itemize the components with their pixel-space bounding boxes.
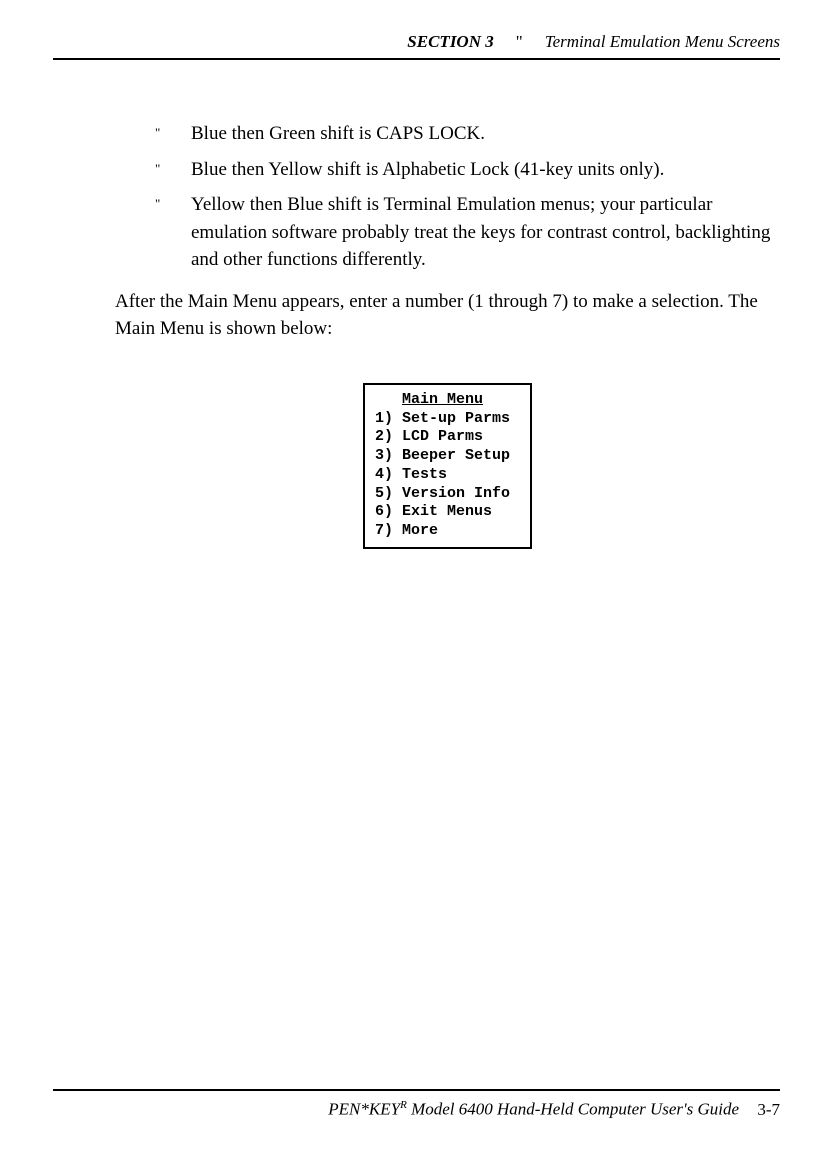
bullet-text: Yellow then Blue shift is Terminal Emula… [191,191,780,274]
menu-item: 3) Beeper Setup [375,447,510,466]
menu-item: 5) Version Info [375,485,510,504]
page-number: 3-7 [757,1100,780,1119]
bullet-list: " Blue then Green shift is CAPS LOCK. " … [155,120,780,274]
menu-item: 2) LCD Parms [375,428,510,447]
bullet-item: " Blue then Yellow shift is Alphabetic L… [155,156,780,184]
header-separator: " [516,32,523,52]
footer-registered-mark: R [400,1099,407,1111]
footer-guide-title: Model 6400 Hand-Held Computer User's Gui… [407,1100,739,1119]
footer-product: PEN*KEY [328,1100,400,1119]
menu-item: 6) Exit Menus [375,503,510,522]
page-footer: PEN*KEYR Model 6400 Hand-Held Computer U… [53,1089,780,1120]
header-title: Terminal Emulation Menu Screens [545,32,780,52]
menu-box-wrapper: Main Menu 1) Set-up Parms 2) LCD Parms 3… [115,383,780,549]
main-menu-box: Main Menu 1) Set-up Parms 2) LCD Parms 3… [363,383,532,549]
menu-item: 1) Set-up Parms [375,410,510,429]
page-content: " Blue then Green shift is CAPS LOCK. " … [53,120,780,549]
page-header: SECTION 3 " Terminal Emulation Menu Scre… [53,32,780,60]
bullet-text: Blue then Yellow shift is Alphabetic Loc… [191,156,780,184]
bullet-item: " Blue then Green shift is CAPS LOCK. [155,120,780,148]
bullet-marker-icon: " [155,191,191,274]
bullet-marker-icon: " [155,156,191,184]
header-section-label: SECTION 3 [407,32,493,52]
paragraph-text: After the Main Menu appears, enter a num… [115,288,780,343]
bullet-item: " Yellow then Blue shift is Terminal Emu… [155,191,780,274]
bullet-text: Blue then Green shift is CAPS LOCK. [191,120,780,148]
menu-item: 4) Tests [375,466,510,485]
menu-item: 7) More [375,522,510,541]
menu-title: Main Menu [375,391,510,410]
bullet-marker-icon: " [155,120,191,148]
